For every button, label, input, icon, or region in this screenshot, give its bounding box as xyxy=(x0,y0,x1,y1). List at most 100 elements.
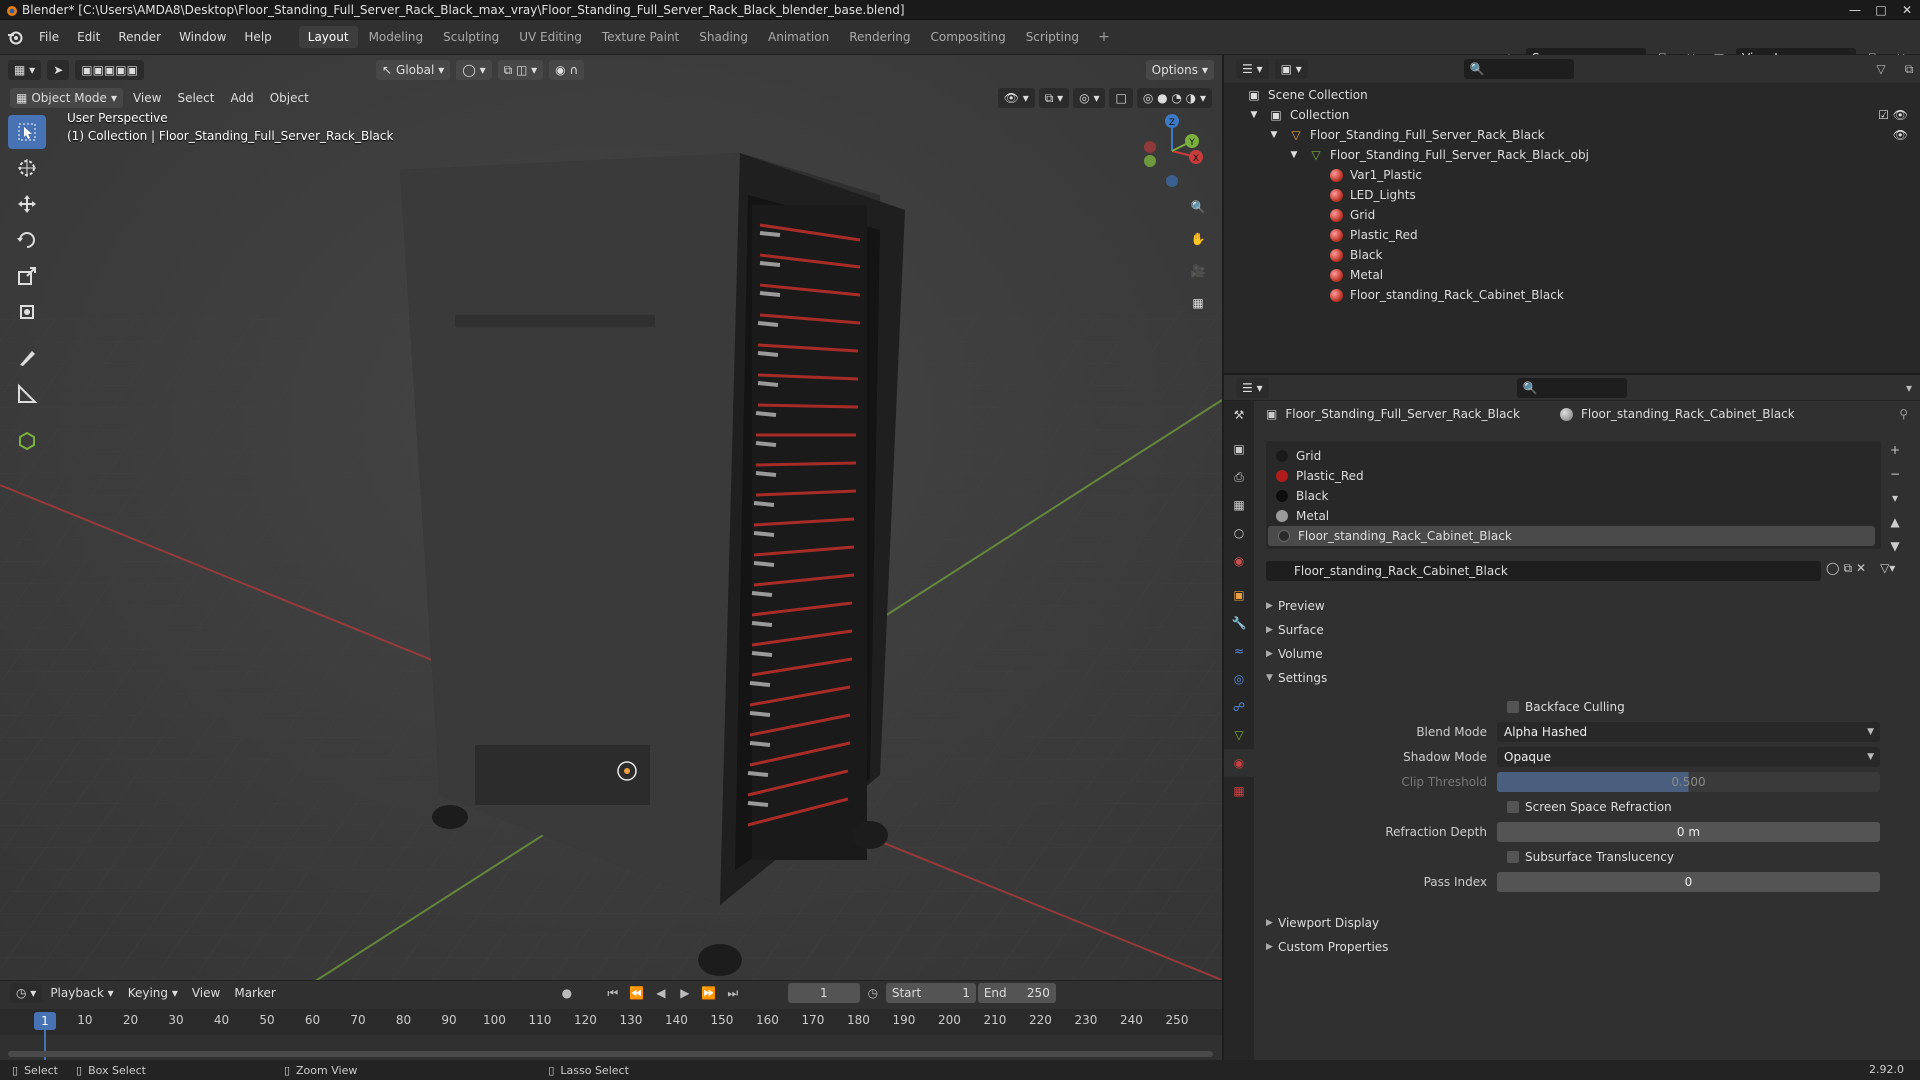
menu-marker[interactable]: Marker xyxy=(228,986,281,1000)
particles-tab-icon[interactable]: ≈ xyxy=(1224,637,1254,665)
menu-render[interactable]: Render xyxy=(109,20,170,55)
modifiers-tab-icon[interactable]: 🔧 xyxy=(1224,609,1254,637)
display-mode-icon[interactable]: ▣ ▾ xyxy=(1274,59,1308,79)
tab-animation[interactable]: Animation xyxy=(759,26,838,48)
prev-keyframe-icon[interactable]: ⏪ xyxy=(626,983,648,1003)
subsurface-translucency-checkbox[interactable]: Subsurface Translucency xyxy=(1507,850,1674,864)
annotate-tool-icon[interactable] xyxy=(8,341,46,375)
scene-tab-icon[interactable]: ○ xyxy=(1224,519,1254,547)
outliner-mesh[interactable]: ▼ ▽ Floor_Standing_Full_Server_Rack_Black_… xyxy=(1286,145,1589,165)
panel-settings[interactable]: ▼ Settings xyxy=(1266,668,1327,688)
select-tool-icon[interactable]: ➤ xyxy=(47,60,70,80)
minimize-button[interactable]: — xyxy=(1842,0,1868,20)
unlink-material-icon[interactable]: ✕ xyxy=(1856,561,1866,576)
add-workspace-icon[interactable]: + xyxy=(1090,29,1118,45)
properties-editor-icon[interactable]: ☰ ▾ xyxy=(1236,377,1269,398)
tab-shading[interactable]: Shading xyxy=(690,26,757,48)
jump-start-icon[interactable]: ⏮ xyxy=(602,983,624,1003)
add-slot-icon[interactable]: + xyxy=(1885,441,1905,459)
menu-object[interactable]: Object xyxy=(264,91,315,105)
end-frame-field[interactable]: End 250 xyxy=(977,983,1056,1003)
backface-culling-checkbox[interactable]: Backface Culling xyxy=(1507,700,1625,714)
timeline-ruler[interactable]: 1 10 20 30 40 50 60 70 80 90 100 110 120 130 140 150 16… xyxy=(0,1009,1222,1060)
panel-preview[interactable]: ▶ Preview xyxy=(1266,596,1325,616)
collection-visibility-icons[interactable]: ☑ 👁 xyxy=(1878,108,1908,122)
tab-sculpting[interactable]: Sculpting xyxy=(434,26,508,48)
outliner-material[interactable]: Plastic_Red xyxy=(1328,225,1418,245)
pass-index-field[interactable]: 0 xyxy=(1497,872,1880,892)
timeline-scrollbar[interactable] xyxy=(8,1051,1213,1057)
filter-icon[interactable]: ▽ xyxy=(1870,59,1892,79)
overlay-icon[interactable]: ◎ ▾ xyxy=(1073,88,1106,108)
rotate-tool-icon[interactable] xyxy=(8,223,46,257)
menu-select[interactable]: Select xyxy=(171,91,220,105)
refraction-depth-field[interactable]: 0 m xyxy=(1497,822,1880,842)
start-frame-field[interactable]: Start 1 xyxy=(885,983,976,1003)
clock-icon[interactable]: ◷ xyxy=(862,983,884,1003)
panel-custom-properties[interactable]: ▶ Custom Properties xyxy=(1266,937,1388,957)
tab-modeling[interactable]: Modeling xyxy=(360,26,433,48)
add-cube-tool-icon[interactable] xyxy=(8,423,46,457)
view-layer-tab-icon[interactable]: ▦ xyxy=(1224,491,1254,519)
panel-volume[interactable]: ▶ Volume xyxy=(1266,644,1323,664)
cursor-tool-icon[interactable] xyxy=(8,151,46,185)
close-button[interactable]: ✕ xyxy=(1894,0,1920,20)
material-slot-selected[interactable]: Floor_standing_Rack_Cabinet_Black xyxy=(1268,526,1875,546)
transform-orientation-dropdown[interactable]: ↖ Global ▾ xyxy=(375,60,451,80)
shading-modes-icon[interactable]: ◎ ● ◔ ◑ ▾ xyxy=(1136,88,1212,108)
render-tab-icon[interactable]: ▣ xyxy=(1224,435,1254,463)
blender-menu-icon[interactable] xyxy=(0,29,30,45)
menu-file[interactable]: File xyxy=(30,20,68,55)
current-frame-field[interactable]: 1 xyxy=(787,983,860,1003)
menu-edit[interactable]: Edit xyxy=(68,20,109,55)
record-icon[interactable]: ● xyxy=(556,983,578,1003)
outliner-editor-icon[interactable]: ☰ ▾ xyxy=(1236,59,1269,79)
outliner-material[interactable]: Black xyxy=(1328,245,1382,265)
material-name-field[interactable]: Floor_standing_Rack_Cabinet_Black xyxy=(1266,561,1821,581)
playhead[interactable]: 1 xyxy=(34,1012,56,1030)
move-up-icon[interactable]: ▲ xyxy=(1885,513,1905,531)
zoom-icon[interactable]: 🔍 xyxy=(1185,195,1211,219)
next-keyframe-icon[interactable]: ⏩ xyxy=(698,983,720,1003)
ortho-grid-icon[interactable]: ▦ xyxy=(1185,291,1211,315)
pin-icon[interactable]: ⚲ xyxy=(1899,407,1908,421)
menu-timeline-view[interactable]: View xyxy=(186,986,226,1000)
pivot-icon[interactable]: ◯ ▾ xyxy=(456,60,492,80)
play-icon[interactable]: ▶ xyxy=(674,983,696,1003)
outliner-material[interactable]: Metal xyxy=(1328,265,1383,285)
xray-icon[interactable]: □ xyxy=(1109,88,1133,108)
fake-user-icon[interactable]: ◯ xyxy=(1826,561,1839,576)
outliner-material[interactable]: Grid xyxy=(1328,205,1375,225)
screen-space-refraction-checkbox[interactable]: Screen Space Refraction xyxy=(1507,800,1672,814)
play-reverse-icon[interactable]: ◀ xyxy=(650,983,672,1003)
material-slot[interactable]: Grid xyxy=(1266,446,1881,466)
transform-tool-icon[interactable] xyxy=(8,295,46,329)
maximize-button[interactable]: □ xyxy=(1868,0,1894,20)
properties-options-icon[interactable]: ▾ xyxy=(1898,378,1920,398)
snap-icon[interactable]: ⧉ ◫ ▾ xyxy=(497,60,544,80)
world-tab-icon[interactable]: ◉ xyxy=(1224,547,1254,575)
material-slot[interactable]: Black xyxy=(1266,486,1881,506)
clip-threshold-slider[interactable]: 0.500 xyxy=(1497,772,1880,792)
panel-viewport-display[interactable]: ▶ Viewport Display xyxy=(1266,913,1379,933)
select-mode-icons[interactable]: ▣▣▣▣▣ xyxy=(75,60,144,80)
camera-icon[interactable]: 🎥 xyxy=(1185,259,1211,283)
constraints-tab-icon[interactable]: ☍ xyxy=(1224,693,1254,721)
properties-search-input[interactable]: 🔍 xyxy=(1516,377,1627,398)
menu-help[interactable]: Help xyxy=(235,20,280,55)
timeline-editor-icon[interactable]: ◷ ▾ xyxy=(10,983,43,1003)
menu-add[interactable]: Add xyxy=(224,91,259,105)
data-tab-icon[interactable]: ▽ xyxy=(1224,721,1254,749)
new-collection-icon[interactable]: ⧉ xyxy=(1898,59,1920,79)
object-tab-icon[interactable]: ▣ xyxy=(1224,581,1254,609)
tool-tab-icon[interactable]: ⚒ xyxy=(1224,401,1254,429)
navigation-gizmo[interactable]: Z X Y xyxy=(1140,111,1210,191)
proportional-edit-icon[interactable]: ◉ ∩ xyxy=(549,60,585,80)
material-slot[interactable]: Plastic_Red xyxy=(1266,466,1881,486)
menu-keying[interactable]: Keying ▾ xyxy=(122,986,184,1000)
material-slot[interactable]: Metal xyxy=(1266,506,1881,526)
jump-end-icon[interactable]: ⏭ xyxy=(722,983,744,1003)
material-tab-icon[interactable]: ◉ xyxy=(1224,749,1254,777)
tab-compositing[interactable]: Compositing xyxy=(921,26,1014,48)
node-link-icon[interactable]: ▽▾ xyxy=(1880,561,1895,576)
